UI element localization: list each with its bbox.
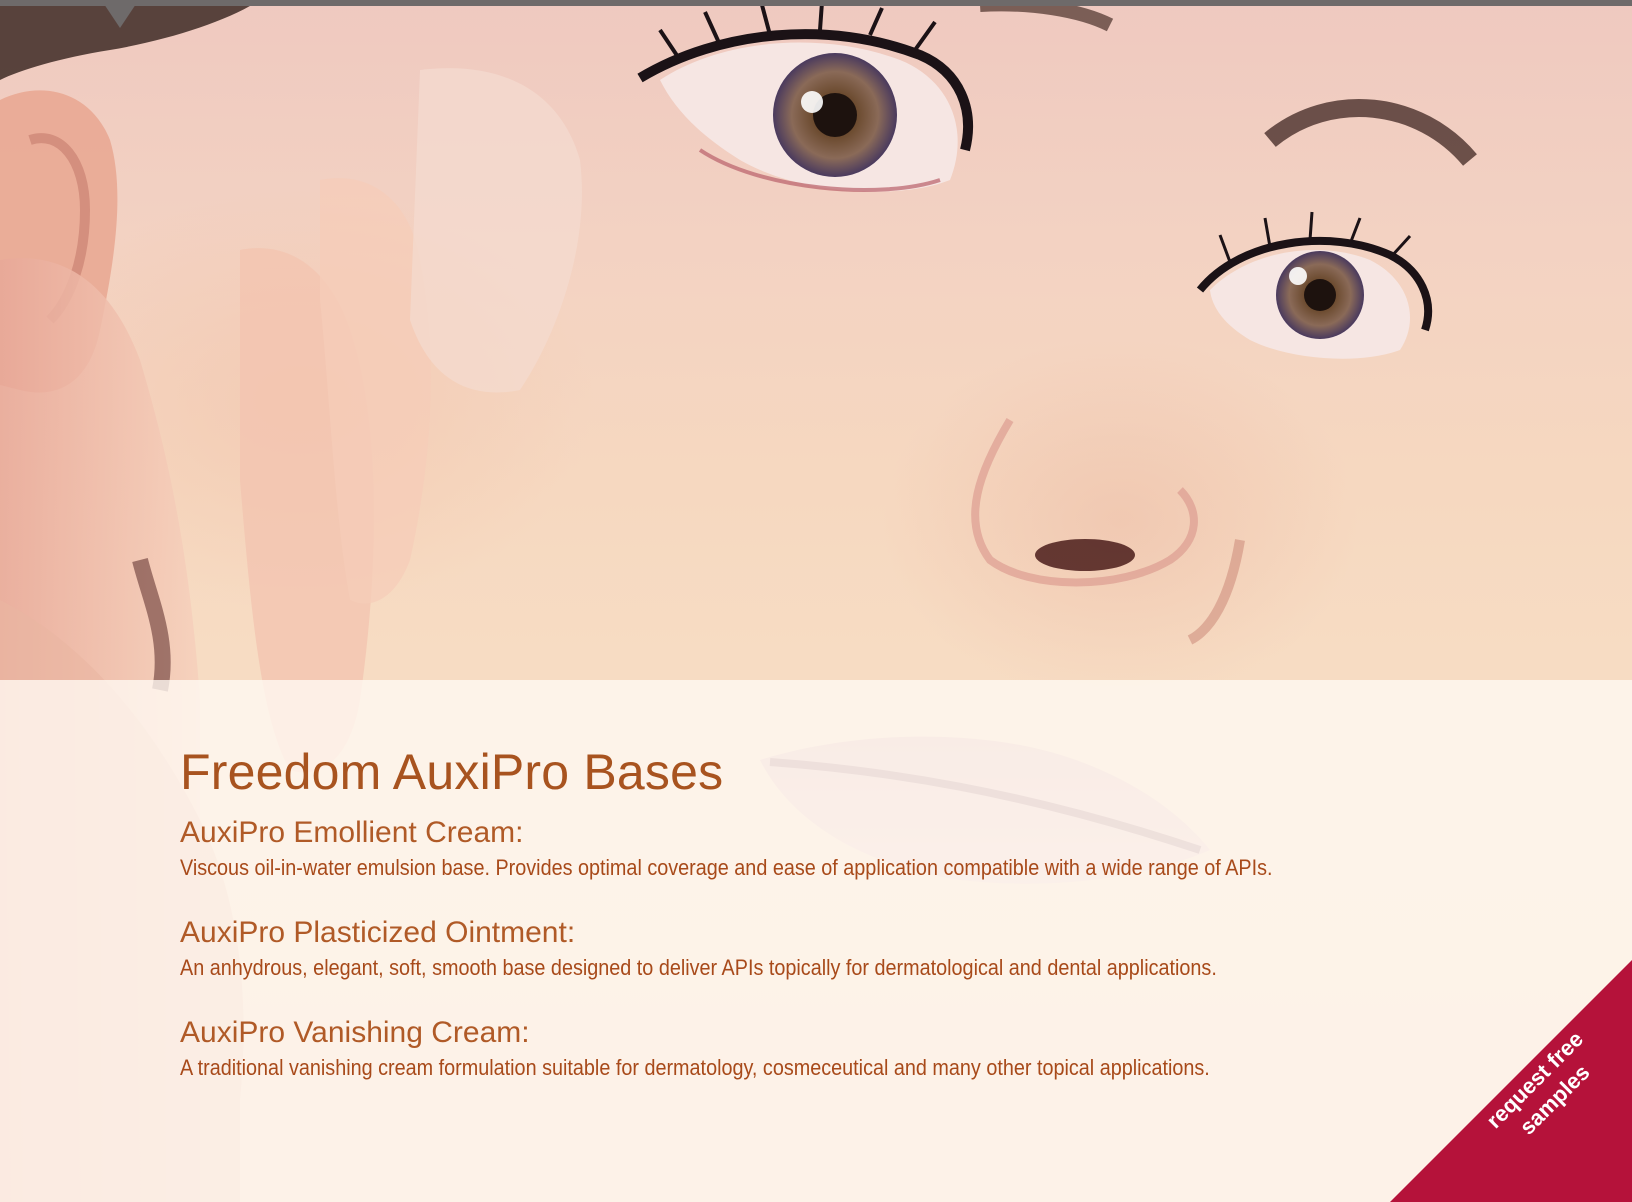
page: Freedom AuxiPro Bases AuxiPro Emollient … xyxy=(0,0,1632,1202)
product-name: AuxiPro Plasticized Ointment: xyxy=(180,916,576,949)
product-description: A traditional vanishing cream formulatio… xyxy=(180,1055,1210,1080)
product-description: Viscous oil-in-water emulsion base. Prov… xyxy=(180,855,1273,880)
top-bar-notch xyxy=(104,4,136,28)
request-samples-button[interactable]: request free samples xyxy=(1390,960,1632,1202)
product-item-vanishing-cream: AuxiPro Vanishing Cream: A traditional v… xyxy=(180,1014,1500,1084)
product-name: AuxiPro Emollient Cream: xyxy=(180,816,524,849)
product-description: An anhydrous, elegant, soft, smooth base… xyxy=(180,955,1217,980)
product-item-emollient-cream: AuxiPro Emollient Cream: Viscous oil-in-… xyxy=(180,814,1500,884)
top-bar xyxy=(0,0,1632,6)
product-item-plasticized-ointment: AuxiPro Plasticized Ointment: An anhydro… xyxy=(180,914,1500,984)
page-title: Freedom AuxiPro Bases xyxy=(180,744,724,800)
product-name: AuxiPro Vanishing Cream: xyxy=(180,1016,530,1049)
product-list: Freedom AuxiPro Bases AuxiPro Emollient … xyxy=(180,742,1500,1114)
corner-ribbon xyxy=(1390,960,1632,1202)
